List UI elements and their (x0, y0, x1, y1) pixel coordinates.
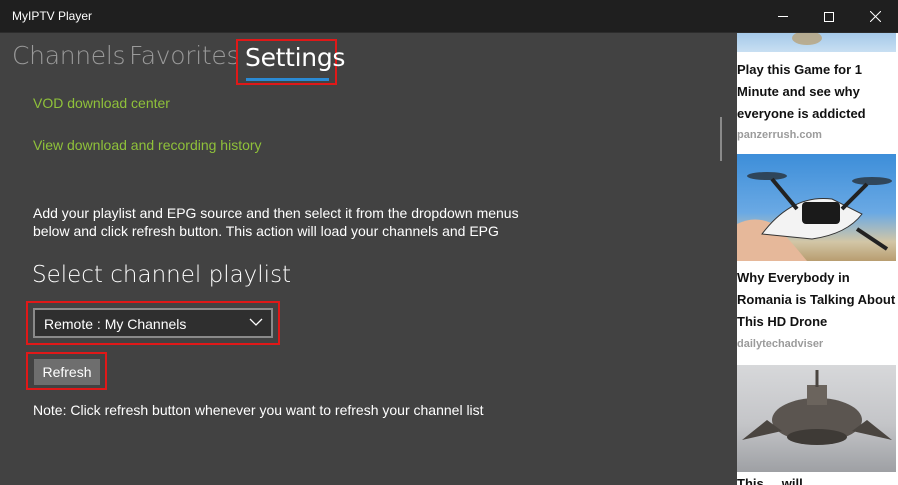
tab-settings[interactable]: Settings (245, 43, 345, 72)
tab-favorites[interactable]: Favorites (129, 41, 240, 70)
ad-image-drone[interactable] (737, 154, 896, 261)
close-icon (869, 11, 881, 22)
ad-title-ship[interactable]: This ... will ... ... (737, 473, 897, 485)
maximize-button[interactable] (806, 0, 852, 33)
playlist-select[interactable]: Remote : My Channels (33, 308, 273, 338)
playlist-select-value: Remote : My Channels (44, 316, 187, 332)
ad-title-line: everyone is addicted (737, 106, 866, 121)
tab-settings-highlight: Settings (236, 39, 345, 85)
ad-source-game[interactable]: panzerrush.com (737, 129, 822, 141)
ad-title-game[interactable]: Play this Game for 1 Minute and see why … (737, 59, 897, 125)
active-tab-indicator (246, 78, 329, 81)
maximize-icon (824, 11, 834, 22)
tab-channels[interactable]: Channels (12, 41, 126, 70)
ship-render (742, 370, 892, 445)
playlist-select-highlight: Remote : My Channels (26, 301, 280, 345)
ad-title-line: Play this Game for 1 (737, 62, 862, 77)
ad-source-drone[interactable]: dailytechadviser (737, 338, 823, 350)
ad-title-line: Minute and see why (737, 84, 860, 99)
close-button[interactable] (852, 0, 898, 33)
title-bar: MyIPTV Player (0, 0, 898, 33)
minimize-icon (778, 16, 788, 17)
refresh-button[interactable]: Refresh (34, 359, 100, 385)
minimize-button[interactable] (760, 0, 806, 33)
window-title: MyIPTV Player (12, 9, 93, 23)
instructions-text: Add your playlist and EPG source and the… (33, 204, 533, 240)
vod-download-link[interactable]: VOD download center (33, 95, 170, 111)
download-history-link[interactable]: View download and recording history (33, 137, 262, 153)
main-pane: Channels Favorites Settings VOD download… (0, 33, 737, 485)
tab-bar: Channels Favorites Settings (0, 33, 737, 85)
ad-title-line: Romania is Talking About (737, 292, 896, 307)
chevron-down-icon (249, 318, 263, 326)
ad-title-line: This HD Drone (737, 314, 828, 329)
ad-title-drone[interactable]: Why Everybody in Romania is Talking Abou… (737, 267, 897, 333)
ad-image-game[interactable] (737, 33, 896, 52)
section-title: Select channel playlist (32, 262, 292, 288)
instructions-line-1: Add your playlist and EPG source and the… (33, 205, 519, 221)
ad-title-line: This ... will ... ... (737, 476, 832, 485)
ad-image-detail (792, 33, 822, 45)
scrollbar-thumb[interactable] (720, 117, 722, 161)
instructions-line-2: below and click refresh button. This act… (33, 223, 499, 239)
refresh-note: Note: Click refresh button whenever you … (33, 402, 484, 418)
ad-title-line: Why Everybody in (737, 270, 850, 285)
drone-photo (737, 172, 892, 261)
refresh-button-highlight: Refresh (26, 352, 107, 390)
ad-sidebar: Play this Game for 1 Minute and see why … (737, 33, 898, 485)
ad-image-ship[interactable] (737, 365, 896, 472)
